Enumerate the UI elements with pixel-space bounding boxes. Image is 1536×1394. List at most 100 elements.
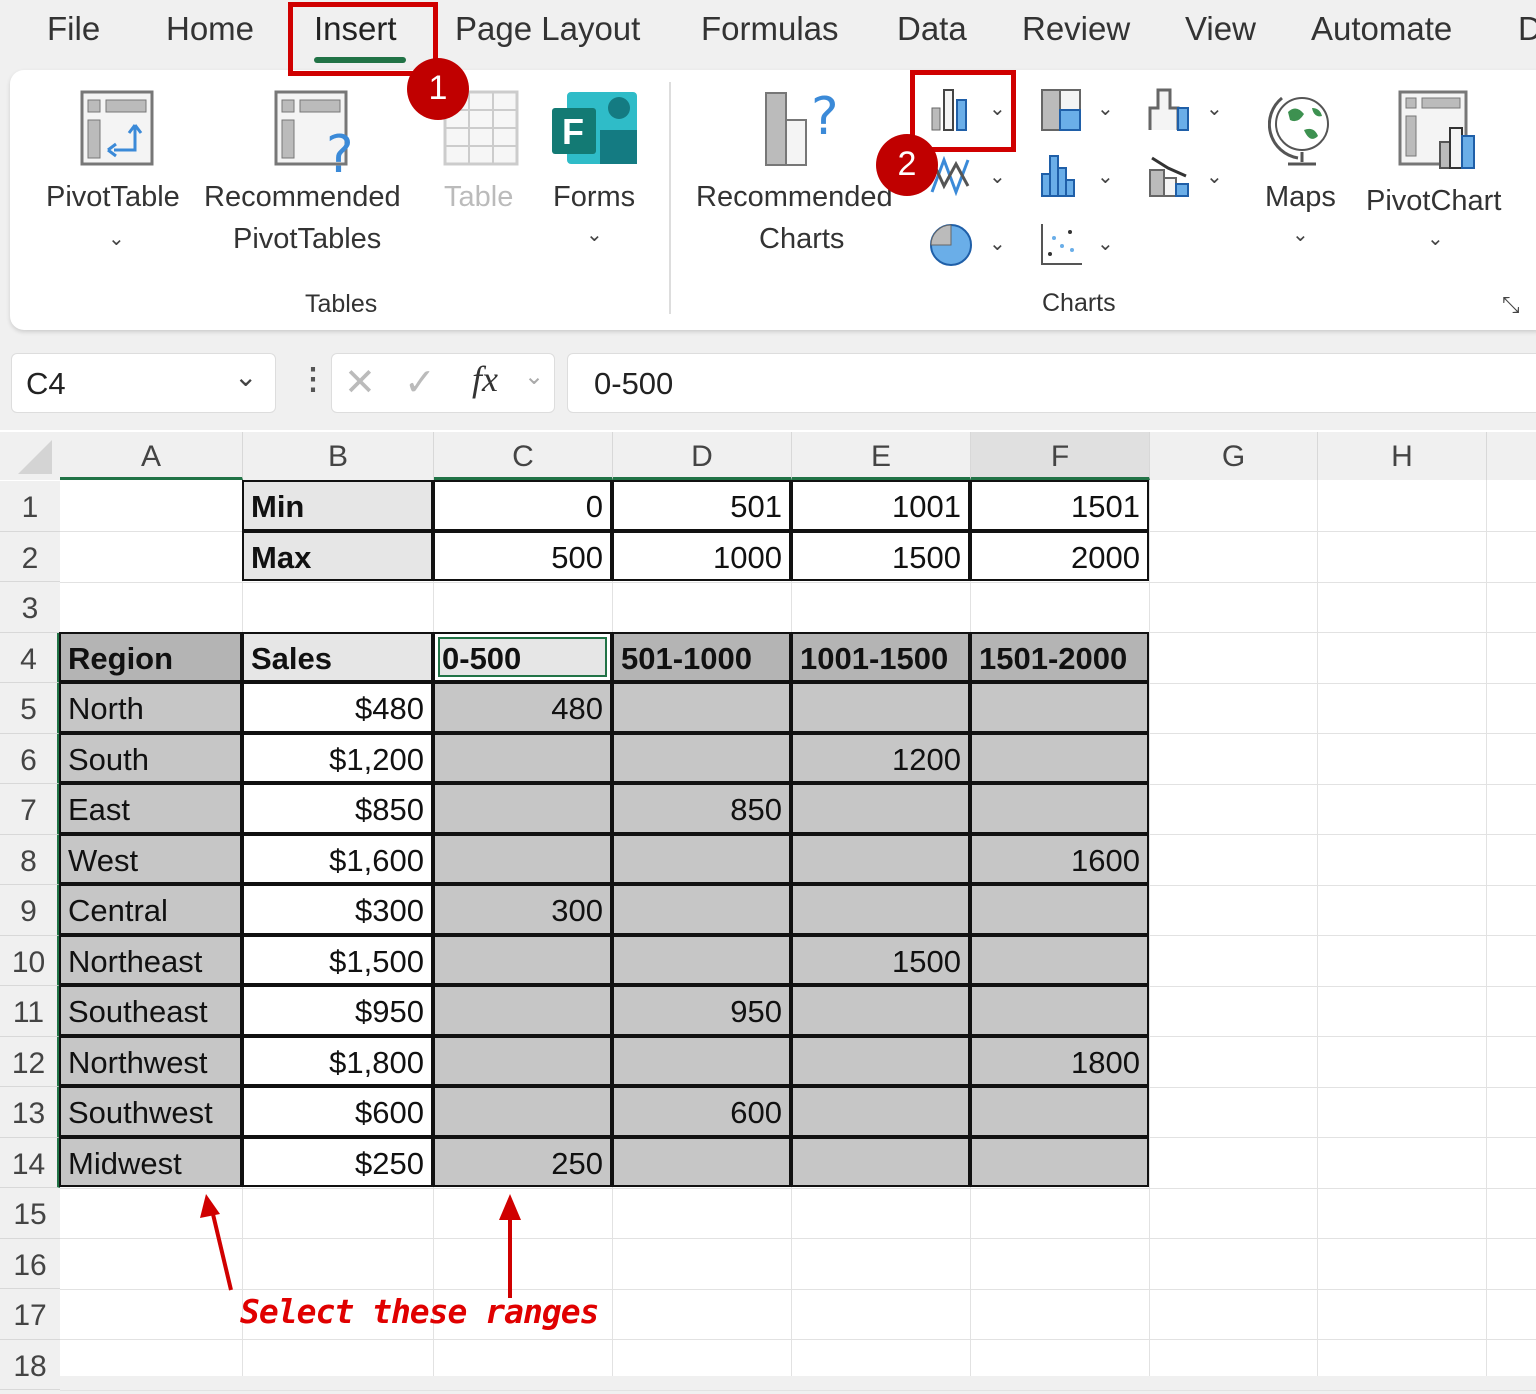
tab-file[interactable]: File	[47, 10, 100, 48]
table-header-region[interactable]: Region	[59, 631, 242, 682]
cancel-icon[interactable]: ✕	[344, 360, 376, 405]
table-cell-sales[interactable]: $1,800	[242, 1035, 433, 1086]
tab-home[interactable]: Home	[166, 10, 254, 48]
column-header-E[interactable]: E	[792, 432, 971, 480]
cell-bin-min[interactable]: 1501	[970, 480, 1149, 531]
enter-check-icon[interactable]: ✓	[404, 360, 436, 405]
table-cell-sales[interactable]: $600	[242, 1086, 433, 1137]
column-header-H[interactable]: H	[1318, 432, 1487, 480]
table-cell-sales[interactable]: $950	[242, 985, 433, 1036]
tab-review[interactable]: Review	[1022, 10, 1130, 48]
formula-input[interactable]: 0-500	[567, 353, 1536, 413]
tab-overflow[interactable]: D	[1518, 10, 1536, 48]
table-cell-bin[interactable]	[433, 732, 612, 783]
cell-bin-max[interactable]: 500	[433, 530, 612, 581]
table-cell-bin[interactable]: 1200	[791, 732, 970, 783]
table-cell-region[interactable]: South	[59, 732, 242, 783]
table-cell-bin[interactable]	[433, 783, 612, 834]
table-cell-bin[interactable]	[612, 732, 791, 783]
row-header-8[interactable]: 8	[0, 834, 60, 885]
tab-data[interactable]: Data	[897, 10, 967, 48]
table-cell-bin[interactable]	[970, 682, 1149, 733]
table-cell-bin[interactable]: 850	[612, 783, 791, 834]
table-cell-bin[interactable]	[612, 884, 791, 935]
table-cell-sales[interactable]: $300	[242, 884, 433, 935]
cell-bin-min[interactable]: 0	[433, 480, 612, 531]
table-cell-region[interactable]: West	[59, 833, 242, 884]
row-header-6[interactable]: 6	[0, 733, 60, 784]
dialog-launcher-icon[interactable]: ⤡	[1502, 292, 1520, 318]
table-cell-bin[interactable]: 300	[433, 884, 612, 935]
table-header-0-500[interactable]: 0-500	[433, 631, 612, 682]
table-cell-region[interactable]: Southwest	[59, 1086, 242, 1137]
column-header-F[interactable]: F	[971, 432, 1150, 480]
row-header-7[interactable]: 7	[0, 784, 60, 835]
insert-function-button[interactable]: fx	[472, 358, 498, 400]
table-cell-bin[interactable]: 950	[612, 985, 791, 1036]
table-cell-bin[interactable]	[970, 985, 1149, 1036]
table-cell-bin[interactable]	[791, 884, 970, 935]
column-header-A[interactable]: A	[60, 432, 243, 480]
table-cell-sales[interactable]: $480	[242, 682, 433, 733]
name-box[interactable]: C4 ⌄	[11, 353, 276, 413]
row-header-4[interactable]: 4	[0, 632, 60, 683]
table-header-1501-2000[interactable]: 1501-2000	[970, 631, 1149, 682]
table-cell-sales[interactable]: $850	[242, 783, 433, 834]
cell-max-label[interactable]: Max	[242, 530, 433, 581]
cell-bin-max[interactable]: 1500	[791, 530, 970, 581]
table-cell-bin[interactable]	[791, 783, 970, 834]
table-cell-region[interactable]: Central	[59, 884, 242, 935]
row-header-11[interactable]: 11	[0, 986, 60, 1037]
table-cell-bin[interactable]	[612, 833, 791, 884]
table-cell-region[interactable]: Northeast	[59, 934, 242, 985]
column-header-D[interactable]: D	[613, 432, 792, 480]
table-cell-bin[interactable]	[791, 833, 970, 884]
table-cell-bin[interactable]	[612, 934, 791, 985]
table-cell-bin[interactable]	[612, 1035, 791, 1086]
row-header-5[interactable]: 5	[0, 683, 60, 734]
row-header-1[interactable]: 1	[0, 481, 60, 532]
table-cell-sales[interactable]: $1,200	[242, 732, 433, 783]
table-cell-sales[interactable]: $1,500	[242, 934, 433, 985]
table-header-501-1000[interactable]: 501-1000	[612, 631, 791, 682]
tab-page-layout[interactable]: Page Layout	[455, 10, 640, 48]
table-cell-bin[interactable]	[791, 985, 970, 1036]
table-header-sales[interactable]: Sales	[242, 631, 433, 682]
table-cell-region[interactable]: East	[59, 783, 242, 834]
table-cell-bin[interactable]: 480	[433, 682, 612, 733]
row-header-13[interactable]: 13	[0, 1087, 60, 1138]
table-cell-sales[interactable]: $1,600	[242, 833, 433, 884]
table-cell-bin[interactable]	[433, 1035, 612, 1086]
cell-bin-min[interactable]: 1001	[791, 480, 970, 531]
table-cell-region[interactable]: Southeast	[59, 985, 242, 1036]
tab-formulas[interactable]: Formulas	[701, 10, 839, 48]
table-cell-bin[interactable]: 1500	[791, 934, 970, 985]
row-header-12[interactable]: 12	[0, 1036, 60, 1087]
column-header-C[interactable]: C	[434, 432, 613, 480]
cell-bin-max[interactable]: 1000	[612, 530, 791, 581]
table-cell-bin[interactable]	[433, 833, 612, 884]
table-cell-bin[interactable]	[791, 1035, 970, 1086]
cell-bin-min[interactable]: 501	[612, 480, 791, 531]
table-cell-bin[interactable]: 600	[612, 1086, 791, 1137]
table-cell-bin[interactable]: 1800	[970, 1035, 1149, 1086]
table-cell-bin[interactable]	[970, 1086, 1149, 1137]
tab-automate[interactable]: Automate	[1311, 10, 1452, 48]
table-cell-bin[interactable]	[970, 884, 1149, 935]
table-cell-bin[interactable]	[791, 1136, 970, 1187]
table-cell-bin[interactable]	[970, 732, 1149, 783]
tab-view[interactable]: View	[1185, 10, 1256, 48]
table-cell-bin[interactable]	[433, 1086, 612, 1137]
chevron-down-icon[interactable]: ⌄	[234, 360, 257, 393]
table-cell-bin[interactable]	[612, 682, 791, 733]
table-cell-bin[interactable]	[433, 985, 612, 1036]
more-options-icon[interactable]: ⋮	[298, 362, 328, 397]
table-cell-bin[interactable]	[970, 783, 1149, 834]
row-header-3[interactable]: 3	[0, 582, 60, 633]
select-all-button[interactable]	[0, 432, 60, 480]
column-header-extra[interactable]	[1487, 432, 1536, 480]
table-cell-bin[interactable]: 1600	[970, 833, 1149, 884]
table-cell-bin[interactable]	[970, 1136, 1149, 1187]
table-cell-bin[interactable]	[791, 1086, 970, 1137]
column-header-B[interactable]: B	[243, 432, 434, 480]
